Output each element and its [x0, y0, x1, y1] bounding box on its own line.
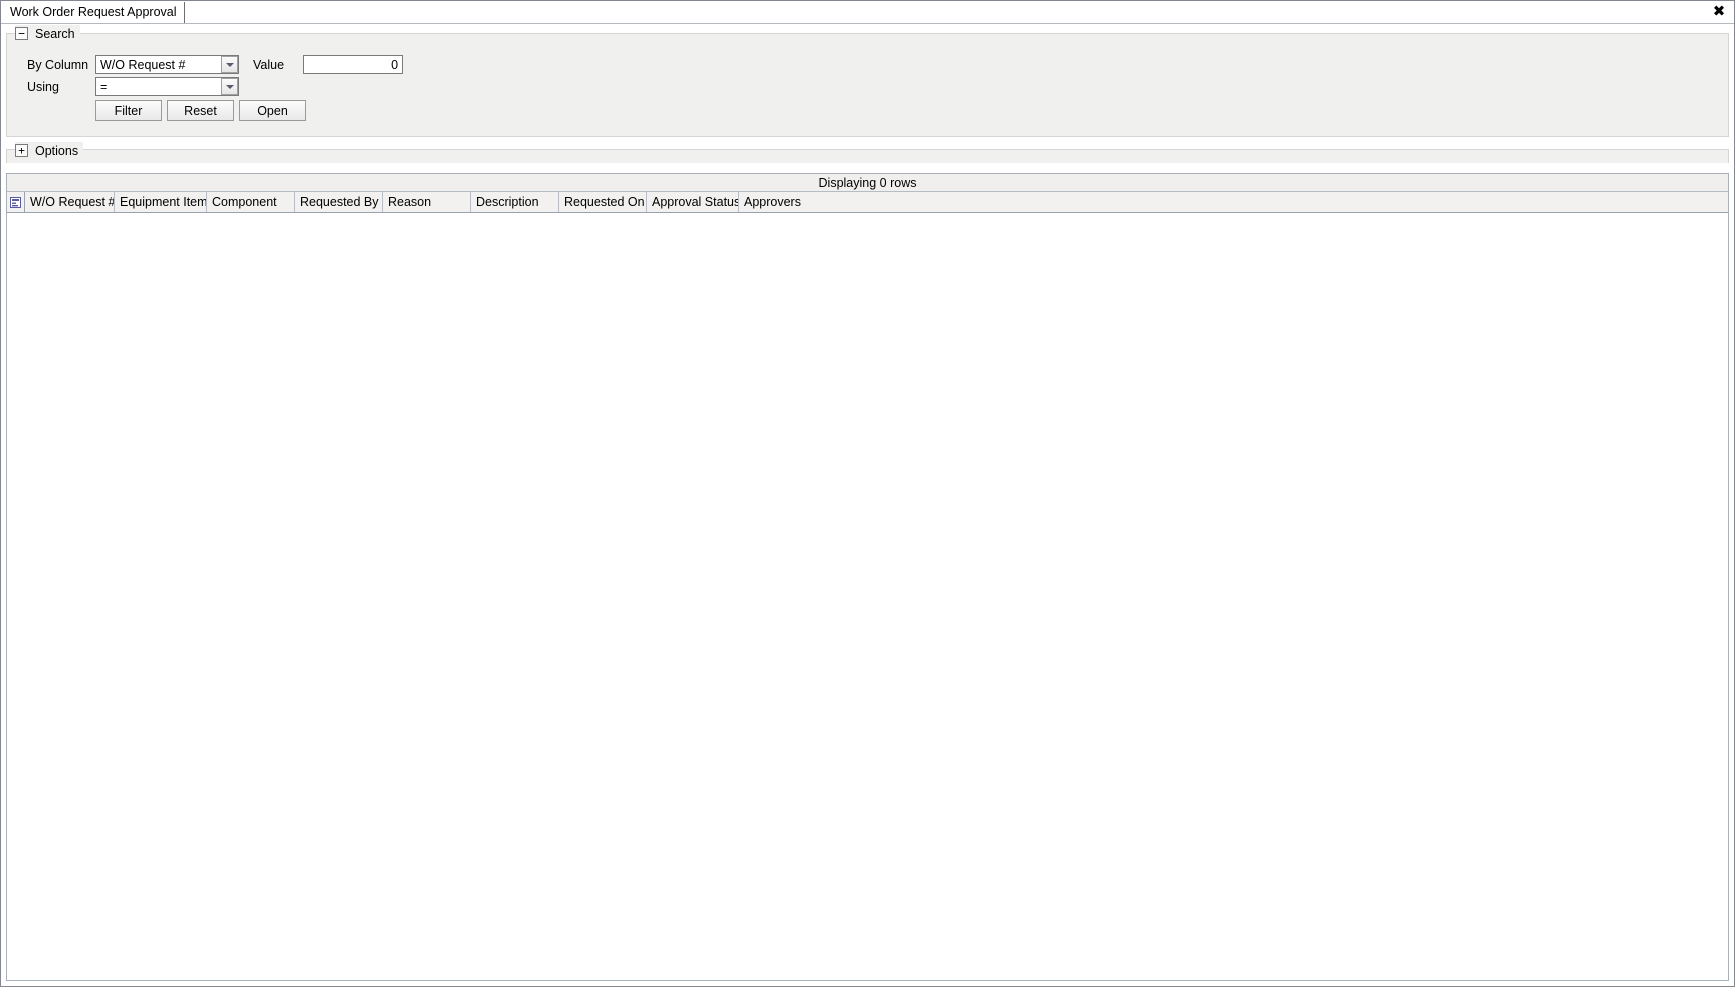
options-panel-header: + Options: [15, 142, 84, 159]
column-header-approvers[interactable]: Approvers: [739, 192, 1728, 212]
reset-button[interactable]: Reset: [167, 100, 234, 121]
search-panel: − Search By Column W/O Request # Value U…: [6, 25, 1729, 137]
row-count-status: Displaying 0 rows: [7, 174, 1728, 192]
expand-options-icon[interactable]: +: [15, 144, 28, 157]
using-operator-select[interactable]: =: [95, 77, 239, 96]
tab-strip: Work Order Request Approval ✖: [1, 1, 1734, 24]
open-button[interactable]: Open: [239, 100, 306, 121]
filter-button[interactable]: Filter: [95, 100, 162, 121]
column-header-reason[interactable]: Reason: [383, 192, 471, 212]
column-header-equipment-item[interactable]: Equipment Item: [115, 192, 207, 212]
collapse-search-icon[interactable]: −: [15, 27, 28, 40]
column-header-description[interactable]: Description: [471, 192, 559, 212]
value-label: Value: [253, 57, 285, 72]
column-header-component[interactable]: Component: [207, 192, 295, 212]
tab-work-order-request-approval[interactable]: Work Order Request Approval: [4, 2, 185, 23]
grid-body: [7, 213, 1728, 979]
results-grid: Displaying 0 rows W/O Request # Equipmen…: [6, 173, 1729, 981]
grid-header-row: W/O Request # Equipment Item Component R…: [7, 192, 1728, 213]
search-panel-header: − Search: [15, 25, 80, 42]
by-column-row: By Column W/O Request # Value: [27, 55, 404, 74]
value-input[interactable]: [303, 55, 404, 74]
column-header-requested-on[interactable]: Requested On: [559, 192, 647, 212]
column-header-requested-by[interactable]: Requested By: [295, 192, 383, 212]
options-panel: + Options: [6, 142, 1729, 163]
using-selected-value: =: [100, 79, 108, 94]
column-header-wo-request-number[interactable]: W/O Request #: [25, 192, 115, 212]
search-buttons-row: Filter Reset Open: [95, 100, 306, 121]
by-column-label: By Column: [27, 57, 89, 72]
by-column-selected-value: W/O Request #: [100, 57, 186, 72]
using-label: Using: [27, 79, 59, 94]
using-row: Using =: [27, 77, 239, 96]
options-panel-title: Options: [35, 143, 79, 158]
chevron-down-icon[interactable]: [221, 78, 238, 95]
grid-selector-icon[interactable]: [7, 192, 25, 212]
by-column-select[interactable]: W/O Request #: [95, 55, 239, 74]
application-window: Work Order Request Approval ✖ − Search B…: [0, 0, 1735, 987]
column-header-approval-status[interactable]: Approval Status: [647, 192, 739, 212]
chevron-down-icon[interactable]: [221, 56, 238, 73]
search-panel-title: Search: [35, 26, 75, 41]
close-icon[interactable]: ✖: [1708, 1, 1730, 22]
